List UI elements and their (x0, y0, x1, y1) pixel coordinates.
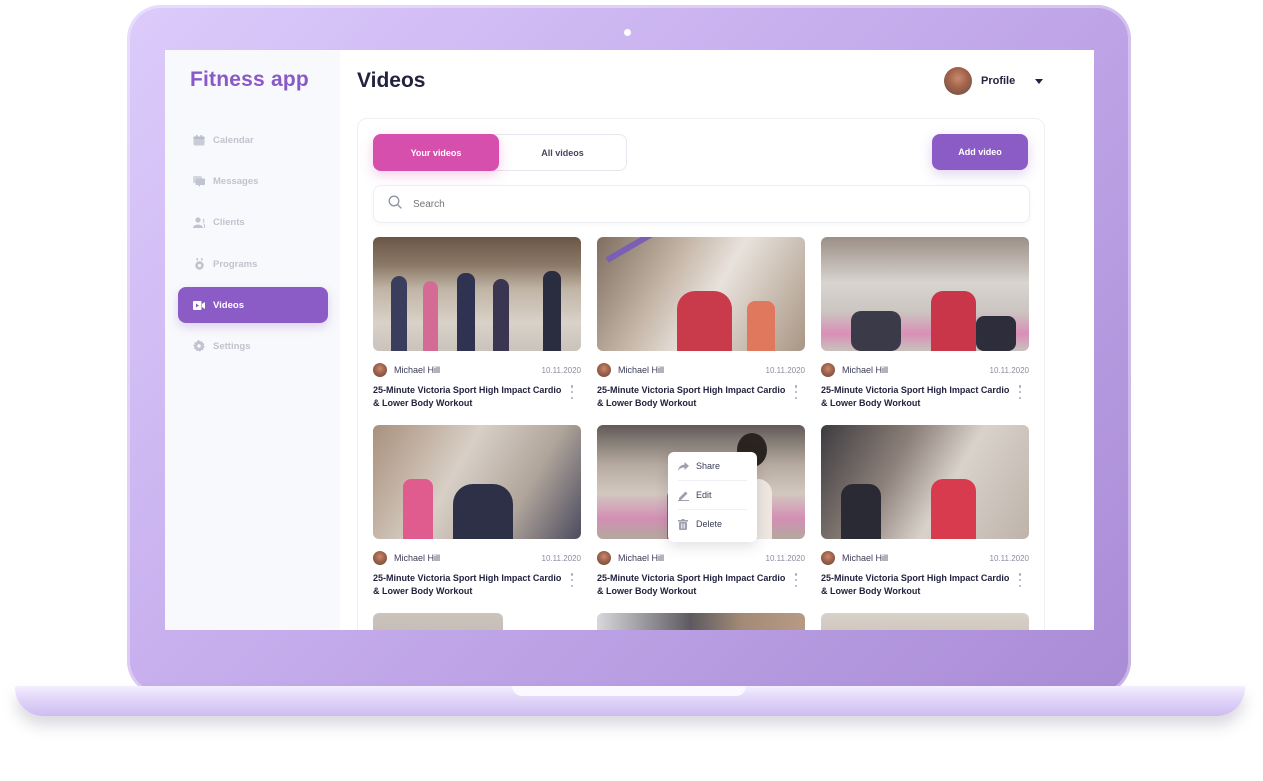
profile-label: Profile (981, 75, 1016, 87)
sidebar-item-label: Programs (213, 258, 258, 270)
more-options-icon[interactable] (569, 573, 575, 587)
calendar-icon (193, 134, 205, 146)
video-card[interactable]: Michael Hill 10.11.2020 25-Minute Victor… (821, 425, 1029, 596)
tab-your-videos[interactable]: Your videos (373, 134, 499, 171)
video-author: Michael Hill (373, 551, 440, 565)
sidebar-item-settings[interactable]: Settings (178, 328, 328, 364)
search-bar[interactable] (373, 185, 1030, 223)
author-name: Michael Hill (618, 553, 665, 563)
author-name: Michael Hill (394, 365, 441, 375)
tab-all-videos[interactable]: All videos (499, 134, 626, 171)
video-thumbnail[interactable] (373, 613, 503, 630)
messages-icon (193, 175, 205, 187)
avatar[interactable] (944, 67, 972, 95)
sidebar-item-clients[interactable]: Clients (178, 204, 328, 240)
video-title[interactable]: 25-Minute Victoria Sport High Impact Car… (821, 572, 1011, 598)
sidebar-item-label: Clients (213, 216, 245, 228)
laptop-notch (512, 686, 746, 696)
laptop-camera (624, 29, 631, 36)
video-thumbnail[interactable] (821, 613, 1029, 630)
video-thumbnail[interactable] (373, 237, 581, 351)
search-icon (388, 195, 402, 214)
video-thumbnail[interactable] (597, 613, 805, 630)
clients-icon (193, 216, 205, 228)
video-card[interactable]: Michael Hill 10.11.2020 25-Minute Victor… (821, 237, 1029, 408)
more-options-icon[interactable] (1017, 385, 1023, 399)
sidebar-item-label: Messages (213, 175, 259, 187)
menu-item-label: Share (696, 461, 721, 471)
video-thumbnail[interactable] (821, 425, 1029, 539)
profile-menu[interactable]: Profile (944, 67, 1044, 95)
video-date: 10.11.2020 (765, 554, 805, 563)
video-date: 10.11.2020 (989, 366, 1029, 375)
more-options-icon[interactable] (793, 385, 799, 399)
sidebar-item-videos[interactable]: Videos (178, 287, 328, 323)
video-card[interactable]: Michael Hill 10.11.2020 25-Minute Victor… (373, 425, 581, 596)
more-options-icon[interactable] (793, 573, 799, 587)
app-logo[interactable]: Fitness app (190, 68, 309, 92)
more-options-icon[interactable] (1017, 573, 1023, 587)
video-title[interactable]: 25-Minute Victoria Sport High Impact Car… (597, 572, 787, 598)
video-title[interactable]: 25-Minute Victoria Sport High Impact Car… (597, 384, 787, 410)
page-title: Videos (357, 69, 426, 92)
video-title[interactable]: 25-Minute Victoria Sport High Impact Car… (373, 384, 563, 410)
video-author: Michael Hill (821, 363, 888, 377)
share-icon (678, 461, 690, 471)
video-thumbnail[interactable] (821, 237, 1029, 351)
sidebar: Fitness app Calendar Messages Clients Pr… (165, 50, 340, 630)
author-avatar (597, 363, 611, 377)
gear-icon (193, 340, 205, 352)
video-author: Michael Hill (597, 363, 664, 377)
video-title[interactable]: 25-Minute Victoria Sport High Impact Car… (821, 384, 1011, 410)
video-filter-tabs: Your videos All videos (373, 134, 627, 171)
sidebar-item-label: Calendar (213, 134, 254, 146)
author-name: Michael Hill (842, 365, 889, 375)
sidebar-item-calendar[interactable]: Calendar (178, 122, 328, 158)
video-author: Michael Hill (597, 551, 664, 565)
author-name: Michael Hill (394, 553, 441, 563)
video-card[interactable] (597, 613, 805, 630)
video-date: 10.11.2020 (541, 366, 581, 375)
sidebar-item-programs[interactable]: Programs (178, 246, 328, 282)
chevron-down-icon[interactable] (1035, 78, 1044, 84)
video-card[interactable] (373, 613, 581, 630)
video-author: Michael Hill (821, 551, 888, 565)
video-card[interactable]: Michael Hill 10.11.2020 25-Minute Victor… (597, 237, 805, 408)
menu-item-share[interactable]: Share (678, 452, 747, 481)
video-thumbnail[interactable] (597, 237, 805, 351)
author-avatar (821, 551, 835, 565)
edit-icon (678, 490, 690, 501)
video-date: 10.11.2020 (765, 366, 805, 375)
menu-item-edit[interactable]: Edit (678, 481, 747, 510)
video-card[interactable]: Michael Hill 10.11.2020 25-Minute Victor… (373, 237, 581, 408)
video-thumbnail[interactable] (373, 425, 581, 539)
main-content: Videos Profile Your videos All videos Ad… (340, 50, 1094, 630)
add-video-button[interactable]: Add video (932, 134, 1028, 170)
author-avatar (597, 551, 611, 565)
menu-item-label: Delete (696, 519, 723, 529)
author-avatar (821, 363, 835, 377)
author-avatar (373, 363, 387, 377)
sidebar-item-label: Videos (213, 299, 244, 311)
video-author: Michael Hill (373, 363, 440, 377)
author-name: Michael Hill (842, 553, 889, 563)
programs-icon (193, 258, 205, 270)
app-screen: Fitness app Calendar Messages Clients Pr… (165, 50, 1094, 630)
sidebar-item-messages[interactable]: Messages (178, 163, 328, 199)
more-options-icon[interactable] (569, 385, 575, 399)
search-input[interactable] (411, 197, 915, 211)
video-title[interactable]: 25-Minute Victoria Sport High Impact Car… (373, 572, 563, 598)
video-camera-icon (193, 299, 205, 311)
sidebar-item-label: Settings (213, 340, 251, 352)
video-date: 10.11.2020 (989, 554, 1029, 563)
author-avatar (373, 551, 387, 565)
videos-panel: Your videos All videos Add video Search … (357, 118, 1045, 630)
video-context-menu: Share Edit Delete (668, 452, 757, 542)
video-date: 10.11.2020 (541, 554, 581, 563)
video-card[interactable] (821, 613, 1029, 630)
trash-icon (678, 518, 690, 530)
author-name: Michael Hill (618, 365, 665, 375)
menu-item-delete[interactable]: Delete (678, 510, 747, 538)
menu-item-label: Edit (696, 490, 712, 500)
